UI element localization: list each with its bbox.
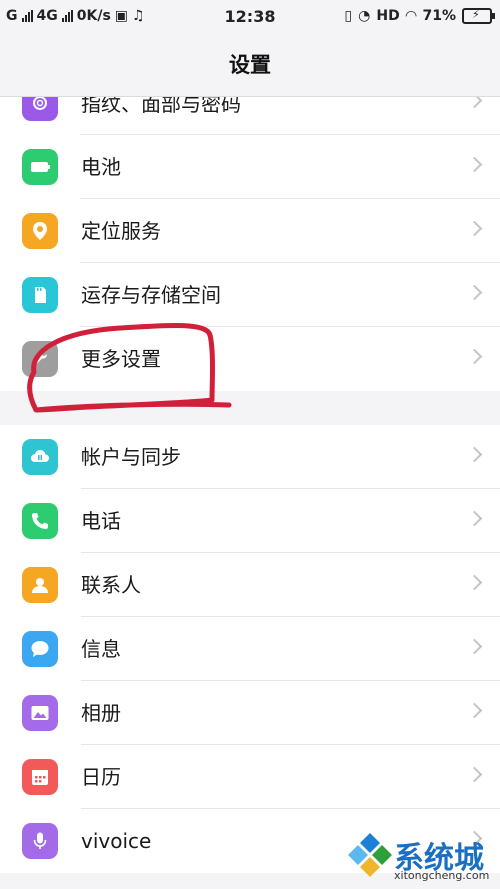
settings-item[interactable]: 帐户与同步 [0,425,500,489]
fingerprint-icon [22,97,58,121]
chevron-right-icon [466,446,483,463]
chevron-right-icon [466,638,483,655]
wifi-icon: ◠ [405,8,417,24]
hd-label: HD [376,8,400,24]
photo-icon [22,695,58,731]
chevron-right-icon [466,510,483,527]
settings-item[interactable]: 电话 [0,489,500,553]
settings-item[interactable]: 日历 [0,745,500,809]
battery-level-icon: ⚡ [462,8,495,24]
wrench-icon [22,341,58,377]
settings-item[interactable]: 联系人 [0,553,500,617]
settings-item-label: 定位服务 [81,219,161,243]
vibrate-icon: ▯ [344,8,353,24]
section-gap [0,391,500,425]
contact-icon [22,567,58,603]
settings-item-label: 更多设置 [81,347,161,371]
battery-percent: 71% [422,8,456,24]
settings-item-label: 联系人 [81,573,141,597]
settings-item-label: 运存与存储空间 [81,283,221,307]
settings-item[interactable]: 信息 [0,617,500,681]
battery-icon [22,149,58,185]
sd-card-icon [22,277,58,313]
status-bar: G 4G 0K/s ▣ ♫ 12:38 ▯ ◔ HD ◠ 71% ⚡ [0,0,500,34]
page-title: 设置 [0,34,500,97]
calendar-icon [22,759,58,795]
settings-list: 指纹、面部与密码电池定位服务运存与存储空间 更多设置帐户与同步电话联系人信息相册日… [0,97,500,873]
chevron-right-icon [466,574,483,591]
alarm-icon: ◔ [358,8,371,24]
settings-item[interactable]: 更多设置 [0,327,500,391]
settings-item-label: 指纹、面部与密码 [81,97,241,116]
chevron-right-icon [466,220,483,237]
chevron-right-icon [466,766,483,783]
settings-item-label: 电池 [81,155,121,179]
settings-item-label: 电话 [81,509,121,533]
settings-item[interactable]: 电池 [0,135,500,199]
watermark-url: xitongcheng.com [394,869,490,882]
settings-item-label: vivoice [81,829,152,853]
settings-item-label: 信息 [81,637,121,661]
settings-item[interactable]: 定位服务 [0,199,500,263]
microphone-icon [22,823,58,859]
watermark: 系统城 xitongcheng.com [346,831,498,887]
settings-group: 帐户与同步电话联系人信息相册日历 vivoice [0,425,500,873]
settings-item[interactable]: 相册 [0,681,500,745]
settings-group: 指纹、面部与密码电池定位服务运存与存储空间 更多设置 [0,97,500,391]
chevron-right-icon [466,97,483,109]
chevron-right-icon [466,702,483,719]
message-icon [22,631,58,667]
status-right: ▯ ◔ HD ◠ 71% ⚡ [344,8,495,24]
settings-item[interactable]: 运存与存储空间 [0,263,500,327]
location-icon [22,213,58,249]
chevron-right-icon [466,348,483,365]
settings-item-label: 帐户与同步 [81,445,181,469]
logo-icon [348,833,392,877]
phone-icon [22,503,58,539]
settings-item-label: 相册 [81,701,121,725]
settings-item[interactable]: 指纹、面部与密码 [0,97,500,135]
chevron-right-icon [466,284,483,301]
cloud-sync-icon [22,439,58,475]
settings-item-label: 日历 [81,765,121,789]
chevron-right-icon [466,156,483,173]
